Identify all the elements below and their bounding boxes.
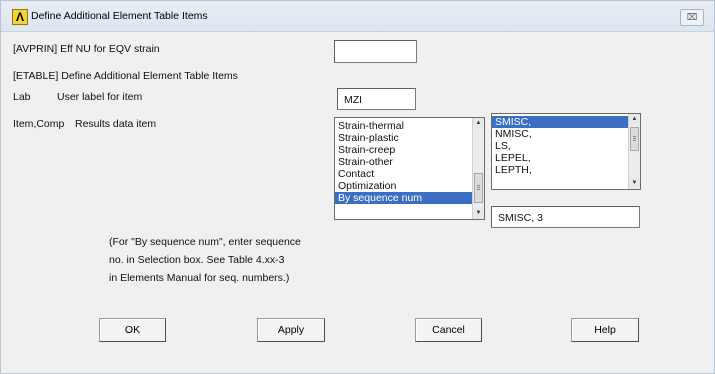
- help-button[interactable]: Help: [571, 318, 639, 342]
- grip-icon: [633, 136, 636, 142]
- close-button[interactable]: ⌧: [680, 9, 704, 26]
- title-bar[interactable]: Λ Define Additional Element Table Items …: [1, 1, 714, 32]
- item-component-list[interactable]: SMISC, NMISC, LS, LEPEL, LEPTH, ▲ ▼: [491, 113, 641, 190]
- lab-key: Lab: [13, 91, 31, 103]
- list-item[interactable]: Strain-plastic: [335, 132, 484, 144]
- avprin-label: [AVPRIN] Eff NU for EQV strain: [13, 43, 160, 55]
- scroll-down-arrow-icon[interactable]: ▼: [629, 178, 640, 189]
- apply-button[interactable]: Apply: [257, 318, 325, 342]
- avprin-input[interactable]: [334, 40, 417, 63]
- item-comp-key: Item,Comp: [13, 118, 65, 130]
- list-item[interactable]: NMISC,: [492, 128, 640, 140]
- window-title: Define Additional Element Table Items: [31, 10, 208, 22]
- dialog-body: [AVPRIN] Eff NU for EQV strain [ETABLE] …: [7, 32, 708, 367]
- list-item[interactable]: LEPTH,: [492, 164, 640, 176]
- ansys-logo-icon: Λ: [12, 9, 28, 25]
- list-item[interactable]: Strain-creep: [335, 144, 484, 156]
- scroll-up-arrow-icon[interactable]: ▲: [473, 118, 484, 129]
- category-scrollbar[interactable]: ▲ ▼: [472, 118, 484, 219]
- list-item-selected[interactable]: SMISC,: [492, 116, 640, 128]
- list-item[interactable]: LS,: [492, 140, 640, 152]
- ok-button[interactable]: OK: [99, 318, 166, 342]
- note-line-3: in Elements Manual for seq. numbers.): [109, 272, 290, 284]
- list-item[interactable]: Contact: [335, 168, 484, 180]
- item-category-list[interactable]: Strain-thermal Strain-plastic Strain-cre…: [334, 117, 485, 220]
- cancel-button[interactable]: Cancel: [415, 318, 482, 342]
- scroll-thumb[interactable]: [474, 173, 483, 203]
- scroll-thumb[interactable]: [630, 127, 639, 151]
- lab-input[interactable]: MZI: [337, 88, 416, 110]
- list-item[interactable]: LEPEL,: [492, 152, 640, 164]
- dialog-window: Λ Define Additional Element Table Items …: [0, 0, 715, 374]
- item-comp-description: Results data item: [75, 118, 157, 130]
- etable-heading: [ETABLE] Define Additional Element Table…: [13, 70, 238, 82]
- selection-input[interactable]: SMISC, 3: [491, 206, 640, 228]
- scroll-up-arrow-icon[interactable]: ▲: [629, 114, 640, 125]
- list-item[interactable]: Strain-thermal: [335, 120, 484, 132]
- note-line-1: (For "By sequence num", enter sequence: [109, 236, 301, 248]
- list-item[interactable]: Optimization: [335, 180, 484, 192]
- scroll-down-arrow-icon[interactable]: ▼: [473, 208, 484, 219]
- component-scrollbar[interactable]: ▲ ▼: [628, 114, 640, 189]
- list-item[interactable]: Strain-other: [335, 156, 484, 168]
- grip-icon: [477, 185, 480, 191]
- note-line-2: no. in Selection box. See Table 4.xx-3: [109, 254, 285, 266]
- lab-description: User label for item: [57, 91, 143, 103]
- list-item-selected[interactable]: By sequence num: [335, 192, 484, 204]
